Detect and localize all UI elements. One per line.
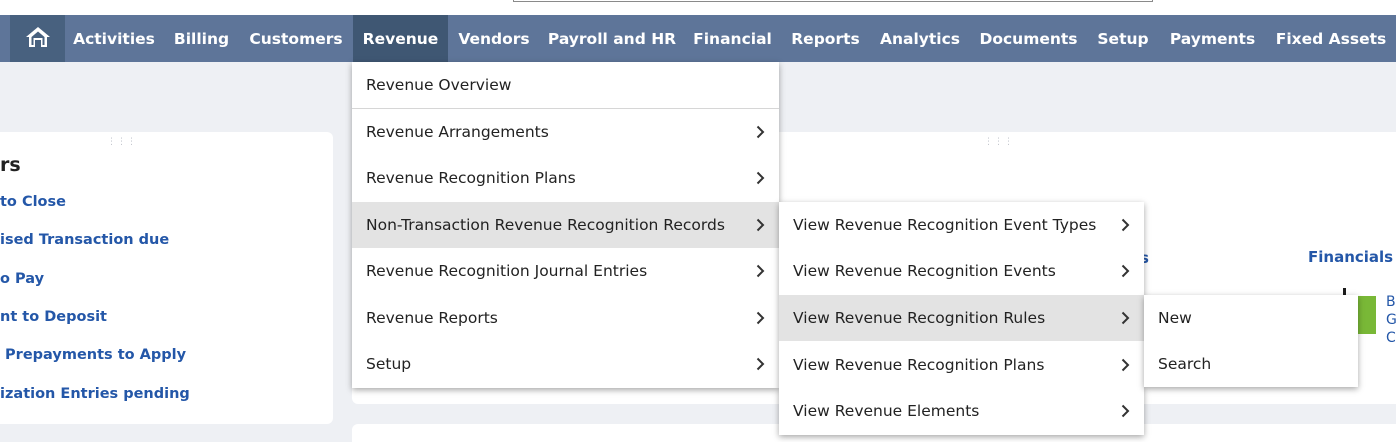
menu-item-non-transaction-records[interactable]: Non-Transaction Revenue Recognition Reco… [352, 202, 779, 248]
reminder-link[interactable]: o Pay [0, 271, 44, 287]
reminder-link[interactable]: ization Entries pending [0, 386, 190, 402]
nav-customers[interactable]: Customers [240, 15, 352, 62]
home-button[interactable] [10, 15, 65, 62]
menu-item-label: View Revenue Recognition Plans [793, 356, 1045, 374]
menu-item-label: Setup [366, 355, 412, 373]
menu-item-new[interactable]: New [1144, 295, 1358, 341]
revenue-menu: Revenue Overview Revenue Arrangements Re… [352, 62, 779, 388]
chevron-right-icon [756, 311, 765, 325]
menu-item-journal-entries[interactable]: Revenue Recognition Journal Entries [352, 248, 779, 294]
nav-billing[interactable]: Billing [163, 15, 240, 62]
menu-item-setup[interactable]: Setup [352, 341, 779, 387]
nav-activities[interactable]: Activities [65, 15, 163, 62]
nav-analytics[interactable]: Analytics [870, 15, 970, 62]
menu-item-label: Search [1158, 355, 1212, 373]
chevron-right-icon [756, 218, 765, 232]
global-search-field[interactable] [513, 0, 1153, 2]
chevron-right-icon [756, 125, 765, 139]
chevron-right-icon [1121, 404, 1130, 418]
menu-item-label: Revenue Overview [366, 76, 512, 94]
menu-item-label: Non-Transaction Revenue Recognition Reco… [366, 216, 725, 234]
fragment-text[interactable]: G [1386, 312, 1396, 328]
menu-item-label: Revenue Recognition Journal Entries [366, 262, 648, 280]
menu-item-revenue-arrangements[interactable]: Revenue Arrangements [352, 109, 779, 155]
menu-item-label: Revenue Arrangements [366, 123, 549, 141]
financials-link[interactable]: Financials [1308, 248, 1393, 266]
fragment-text[interactable]: C [1386, 330, 1396, 346]
menu-item-label: View Revenue Recognition Event Types [793, 216, 1097, 234]
non-transaction-submenu: View Revenue Recognition Event Types Vie… [779, 202, 1144, 435]
main-navbar: Activities Billing Customers Revenue Ven… [0, 15, 1396, 62]
menu-item-label: View Revenue Recognition Events [793, 262, 1056, 280]
menu-item-events[interactable]: View Revenue Recognition Events [779, 248, 1144, 294]
nav-fixed-assets[interactable]: Fixed Assets [1266, 15, 1396, 62]
chevron-right-icon [1121, 264, 1130, 278]
menu-item-revenue-recognition-plans[interactable]: Revenue Recognition Plans [352, 155, 779, 201]
nav-payroll-and-hr[interactable]: Payroll and HR [540, 15, 684, 62]
nav-reports[interactable]: Reports [781, 15, 870, 62]
chevron-right-icon [756, 264, 765, 278]
drag-handle[interactable]: ⋮⋮⋮ [107, 137, 136, 147]
nav-payments[interactable]: Payments [1159, 15, 1266, 62]
chevron-right-icon [1121, 358, 1130, 372]
menu-item-label: Revenue Recognition Plans [366, 169, 576, 187]
menu-item-elements[interactable]: View Revenue Elements [779, 388, 1144, 434]
menu-item-plans[interactable]: View Revenue Recognition Plans [779, 342, 1144, 388]
reminder-link[interactable]: ised Transaction due [0, 232, 169, 248]
chevron-right-icon [756, 357, 765, 371]
reminders-portlet: ⋮⋮⋮ rs to Close ised Transaction due o P… [0, 132, 333, 424]
nav-vendors[interactable]: Vendors [448, 15, 540, 62]
menu-item-revenue-overview[interactable]: Revenue Overview [352, 62, 779, 108]
portlet-title: rs [0, 154, 21, 176]
menu-item-label: Revenue Reports [366, 309, 498, 327]
chevron-right-icon [1121, 311, 1130, 325]
nav-documents[interactable]: Documents [970, 15, 1087, 62]
menu-item-label: View Revenue Recognition Rules [793, 309, 1046, 327]
chevron-right-icon [756, 171, 765, 185]
nav-setup[interactable]: Setup [1087, 15, 1159, 62]
rules-submenu: New Search [1144, 295, 1358, 387]
reminder-link[interactable]: to Close [0, 194, 66, 210]
menu-item-revenue-reports[interactable]: Revenue Reports [352, 295, 779, 341]
nav-financial[interactable]: Financial [684, 15, 781, 62]
nav-revenue[interactable]: Revenue [353, 15, 448, 62]
fragment-text[interactable]: B [1386, 294, 1396, 310]
menu-item-search[interactable]: Search [1144, 341, 1358, 387]
top-strip [0, 0, 1396, 15]
menu-item-rules[interactable]: View Revenue Recognition Rules [779, 295, 1144, 341]
reminder-link[interactable]: nt to Deposit [0, 309, 107, 325]
reminder-link[interactable]: Prepayments to Apply [0, 347, 186, 363]
chevron-right-icon [1121, 218, 1130, 232]
menu-item-label: View Revenue Elements [793, 402, 980, 420]
drag-handle[interactable]: ⋮⋮⋮ [984, 137, 1014, 147]
menu-item-label: New [1158, 309, 1192, 327]
menu-item-event-types[interactable]: View Revenue Recognition Event Types [779, 202, 1144, 248]
home-icon [24, 25, 52, 53]
